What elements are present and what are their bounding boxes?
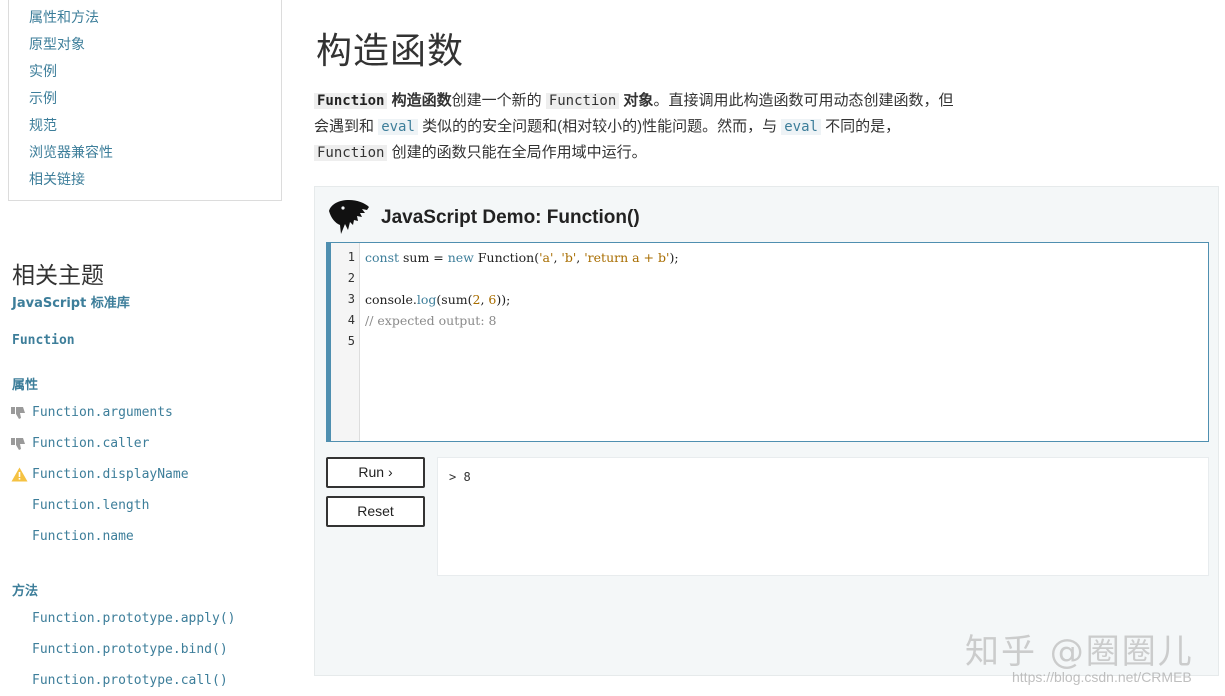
demo-title: JavaScript Demo: Function() xyxy=(381,207,640,228)
bold-text: 对象 xyxy=(623,92,654,109)
code-line-3: console.log(sum(2, 6)); xyxy=(365,292,510,307)
code-text: ); xyxy=(669,250,679,265)
related-topics-title: 相关主题 xyxy=(12,263,104,289)
code-text: )); xyxy=(496,292,511,307)
run-button[interactable]: Run › xyxy=(326,457,425,488)
sidebar-heading-methods: 方法 xyxy=(12,584,39,599)
line-number: 1 xyxy=(347,250,355,264)
sidebar-heading-properties: 属性 xyxy=(12,378,39,393)
reset-button[interactable]: Reset xyxy=(326,496,425,527)
code-string: 'a' xyxy=(539,250,554,265)
intro-text: 。直接调用此构造函数可用动态创建函数，但 xyxy=(653,92,954,109)
code-text: sum = xyxy=(399,250,448,265)
code-keyword: new xyxy=(447,250,474,265)
line-number: 4 xyxy=(347,313,355,327)
toc-link-related-links[interactable]: 相关链接 xyxy=(29,170,85,188)
toc-link-prototype[interactable]: 原型对象 xyxy=(29,35,85,53)
output-line: > 8 xyxy=(449,470,471,484)
bold-text: 构造函数 xyxy=(391,92,452,109)
thumbs-down-icon xyxy=(11,406,28,420)
code-line-1: const sum = new Function('a', 'b', 'retu… xyxy=(365,250,679,265)
thumbs-down-icon xyxy=(11,437,28,451)
toc-link-instances[interactable]: 实例 xyxy=(29,62,57,80)
sidebar-link-function-name[interactable]: Function.name xyxy=(32,529,134,544)
intro-paragraph: Function 构造函数创建一个新的 Function 对象。直接调用此构造函… xyxy=(314,88,1004,166)
zhihu-watermark: 知乎 @圈圈儿 xyxy=(965,632,1194,672)
sidebar-link-bind[interactable]: Function.prototype.bind() xyxy=(32,642,228,657)
inline-code-link[interactable]: eval xyxy=(781,119,821,135)
toc-link-specifications[interactable]: 规范 xyxy=(29,116,57,134)
toc-link-examples[interactable]: 示例 xyxy=(29,89,57,107)
console-output: > 8 xyxy=(437,457,1209,576)
toc-link-properties-methods[interactable]: 属性和方法 xyxy=(29,8,99,26)
code-text: (sum( xyxy=(436,292,473,307)
line-number-gutter: 1 2 3 4 5 xyxy=(331,243,360,441)
sidebar-link-apply[interactable]: Function.prototype.apply() xyxy=(32,611,236,626)
sidebar-link-call[interactable]: Function.prototype.call() xyxy=(32,673,228,688)
warning-icon xyxy=(11,467,28,482)
code-text: console. xyxy=(365,292,417,307)
code-method: log xyxy=(416,292,437,307)
sidebar-link-function[interactable]: Function xyxy=(12,333,75,348)
page-title: 构造函数 xyxy=(316,31,465,72)
line-number: 5 xyxy=(347,334,355,348)
intro-text: 创建的函数只能在全局作用域中运行。 xyxy=(391,144,647,161)
code-string: 'b' xyxy=(561,250,577,265)
inline-code-link[interactable]: eval xyxy=(378,119,418,135)
inline-code: Function xyxy=(314,145,388,161)
code-keyword: const xyxy=(365,250,400,265)
toc-link-browser-compat[interactable]: 浏览器兼容性 xyxy=(29,143,113,161)
inline-code: Function xyxy=(314,93,388,109)
code-editor[interactable]: 1 2 3 4 5 const sum = new Function('a', … xyxy=(326,242,1209,442)
dinosaur-logo-icon xyxy=(327,197,371,237)
sidebar-link-function-length[interactable]: Function.length xyxy=(32,498,149,513)
sidebar-link-function-caller[interactable]: Function.caller xyxy=(32,436,149,451)
code-text: Function( xyxy=(473,250,540,265)
line-number: 3 xyxy=(347,292,355,306)
line-number: 2 xyxy=(347,271,355,285)
code-string: 'return a + b' xyxy=(584,250,670,265)
toc-box: 属性和方法 原型对象 实例 示例 规范 浏览器兼容性 相关链接 xyxy=(8,0,282,201)
sidebar-link-function-displayname[interactable]: Function.displayName xyxy=(32,467,189,482)
intro-text: 不同的是， xyxy=(825,118,901,135)
sidebar-link-stdlib[interactable]: JavaScript 标准库 xyxy=(12,292,130,311)
code-line-4-comment: // expected output: 8 xyxy=(365,313,497,328)
intro-text: 创建一个新的 xyxy=(451,92,542,109)
intro-text: 会遇到和 xyxy=(314,118,375,135)
sidebar-link-function-arguments[interactable]: Function.arguments xyxy=(32,405,173,420)
intro-text: 类似的的安全问题和(相对较小的)性能问题。然而，与 xyxy=(422,118,778,135)
inline-code: Function xyxy=(545,93,620,109)
interactive-demo: JavaScript Demo: Function() 1 2 3 4 5 co… xyxy=(314,186,1219,676)
url-watermark: https://blog.csdn.net/CRMEB xyxy=(1012,669,1192,685)
